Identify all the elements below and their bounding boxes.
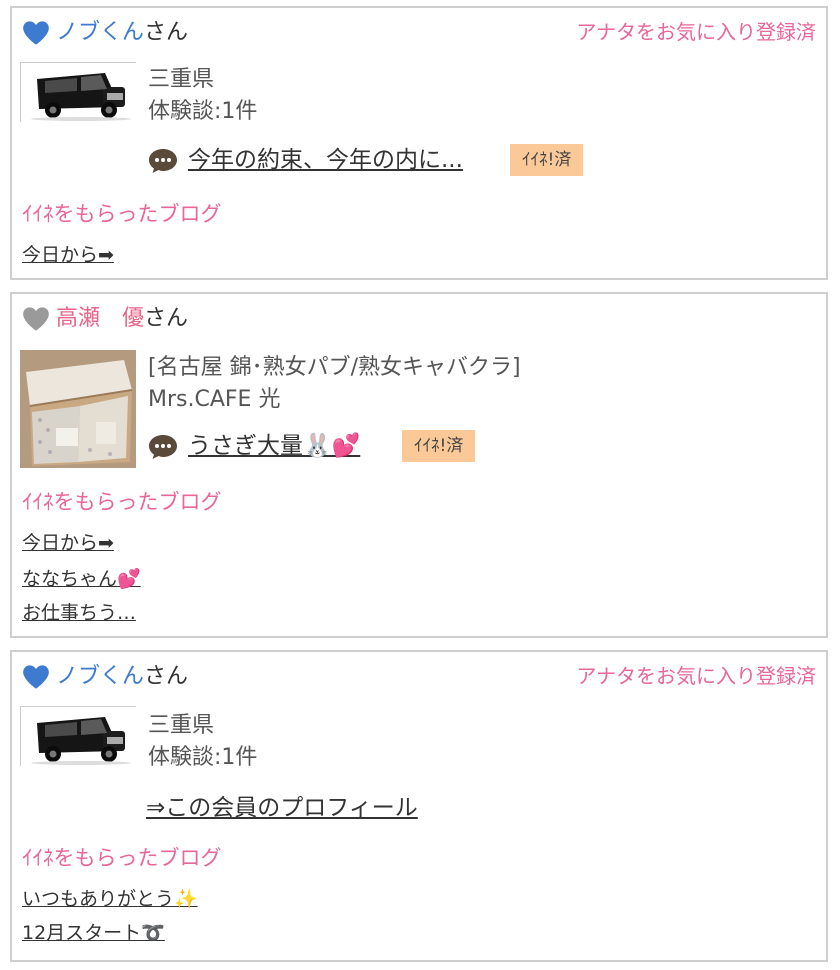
user-name-link[interactable]: ノブくん [56, 664, 144, 689]
user-avatar[interactable] [20, 62, 136, 122]
chat-bubble-icon [149, 435, 177, 459]
cardboard-box-image [20, 350, 136, 468]
user-location: 三重県 [148, 67, 215, 92]
heart-icon[interactable] [22, 306, 50, 332]
heart-icon[interactable] [22, 20, 50, 46]
user-card: 高瀬 優さん [名古屋 錦･熟女パブ/熟女キャバクラ] Mrs.CAFE 光 う… [10, 292, 828, 638]
user-location: 三重県 [148, 713, 215, 738]
user-avatar[interactable] [20, 706, 136, 766]
blog-link[interactable]: 今日から➡ [22, 240, 114, 267]
iine-done-badge: ｲｲﾈ!済 [402, 430, 476, 462]
chat-bubble-icon [149, 149, 177, 173]
iine-done-badge: ｲｲﾈ!済 [510, 144, 584, 176]
user-card: ノブくんさん アナタをお気に入り登録済 三重県 体験談:1件 今年の約束、今年の… [10, 6, 828, 280]
user-card: ノブくんさん アナタをお気に入り登録済 三重県 体験談:1件 ⇒この会員のプロフ… [10, 650, 828, 962]
name-suffix: さん [144, 664, 189, 689]
favorite-status: アナタをお気に入り登録済 [576, 20, 816, 44]
shop-name: Mrs.CAFE 光 [148, 387, 281, 412]
blog-link[interactable]: 今日から➡ [22, 528, 114, 555]
user-name-link[interactable]: ノブくん [56, 20, 144, 45]
name-suffix: さん [144, 306, 189, 331]
name-suffix: さん [144, 20, 189, 45]
black-car-image [31, 717, 131, 765]
experience-count: 体験談:1件 [148, 745, 258, 770]
user-avatar[interactable] [20, 350, 136, 468]
heart-icon[interactable] [22, 664, 50, 690]
liked-blogs-title: ｲｲﾈをもらったブログ [22, 490, 222, 514]
user-name-link[interactable]: 高瀬 優 [56, 306, 144, 331]
blog-link[interactable]: お仕事ちう… [22, 598, 136, 625]
message-link[interactable]: 今年の約束、今年の内に... [188, 144, 463, 176]
blog-link[interactable]: ななちゃん💕 [22, 564, 141, 591]
experience-count: 体験談:1件 [148, 99, 258, 124]
blog-link[interactable]: 12月スタート➰ [22, 918, 165, 945]
user-name-line: ノブくんさん [56, 662, 188, 692]
message-link[interactable]: うさぎ大量🐰💕 [188, 430, 360, 462]
user-name-line: ノブくんさん [56, 18, 188, 48]
shop-category: [名古屋 錦･熟女パブ/熟女キャバクラ] [148, 355, 521, 380]
profile-link[interactable]: ⇒この会員のプロフィール [146, 788, 418, 822]
liked-blogs-title: ｲｲﾈをもらったブログ [22, 202, 222, 226]
blog-link[interactable]: いつもありがとう✨ [22, 884, 198, 911]
favorite-status: アナタをお気に入り登録済 [576, 664, 816, 688]
user-name-line: 高瀬 優さん [56, 304, 188, 334]
liked-blogs-title: ｲｲﾈをもらったブログ [22, 846, 222, 870]
black-car-image [31, 73, 131, 121]
